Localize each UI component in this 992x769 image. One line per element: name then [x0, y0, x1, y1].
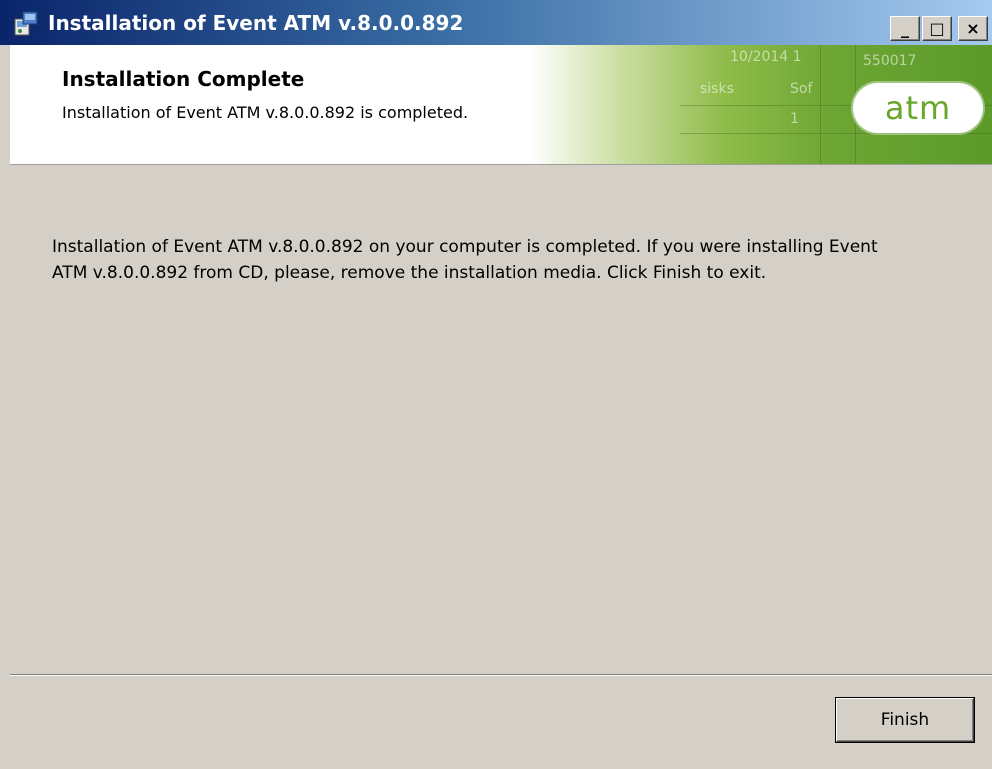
title-bar[interactable]: Installation of Event ATM v.8.0.0.892 _ … — [0, 0, 992, 45]
page-subtitle: Installation of Event ATM v.8.0.0.892 is… — [62, 103, 469, 122]
banner-ghost-text: 10/2014 1 — [730, 49, 802, 65]
minimize-button[interactable]: _ — [890, 16, 920, 41]
minimize-icon: _ — [901, 19, 909, 38]
window-title: Installation of Event ATM v.8.0.0.892 — [48, 10, 464, 35]
page-title: Installation Complete — [62, 67, 305, 91]
completion-message: Installation of Event ATM v.8.0.0.892 on… — [52, 237, 878, 283]
close-button[interactable]: × — [958, 16, 988, 41]
atm-logo: atm — [853, 83, 983, 133]
finish-button-label: Finish — [880, 710, 930, 730]
installer-window: Installation of Event ATM v.8.0.0.892 _ … — [0, 0, 992, 769]
banner-grid-line — [820, 45, 821, 164]
close-icon: × — [966, 19, 980, 38]
banner-ghost-text: 1 — [790, 111, 799, 127]
header-banner: 10/2014 1 550017 sisks Sof 1 Installatio… — [10, 45, 992, 165]
maximize-icon: □ — [929, 19, 945, 38]
banner-ghost-text: 550017 — [863, 53, 917, 69]
installer-app-icon — [12, 9, 40, 37]
banner-ghost-text: Sof — [790, 81, 813, 97]
finish-button[interactable]: Finish — [836, 698, 974, 742]
atm-logo-text: atm — [884, 89, 952, 127]
banner-grid-line — [680, 133, 992, 134]
maximize-button[interactable]: □ — [922, 16, 952, 41]
banner-ghost-text: sisks — [700, 81, 734, 97]
footer-divider — [10, 674, 992, 676]
window-controls: _ □ × — [890, 16, 988, 41]
